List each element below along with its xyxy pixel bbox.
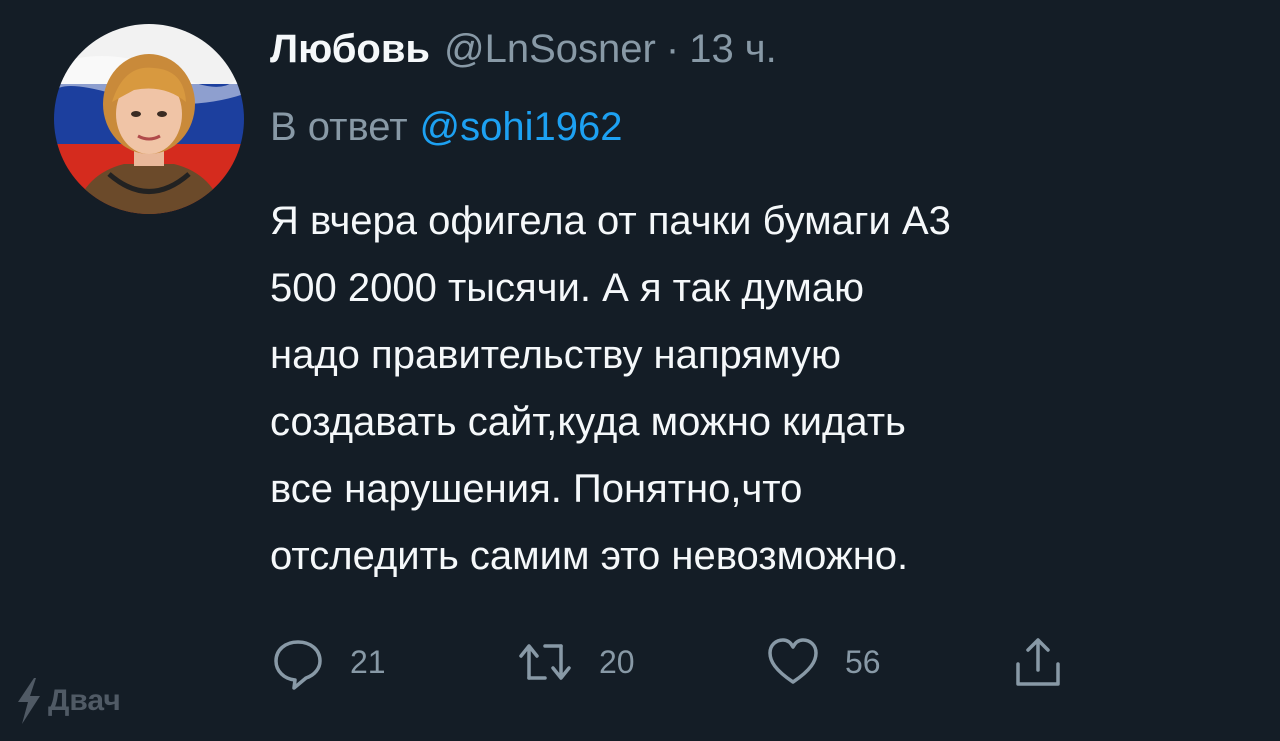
like-count: 56 <box>845 643 881 680</box>
watermark-label: Двач <box>48 684 121 717</box>
reply-prefix: В ответ <box>270 105 408 149</box>
share-icon <box>1010 634 1066 690</box>
watermark: Двач <box>14 678 121 724</box>
tweet-text-line: надо правительству напрямую <box>270 333 841 377</box>
tweet-actions: 21 20 56 <box>270 630 1070 694</box>
retweet-button[interactable]: 20 <box>515 630 635 694</box>
lightning-icon <box>18 678 40 724</box>
reply-context: В ответ @sohi1962 <box>270 100 623 154</box>
tweet-header: Любовь @LnSosner · 13 ч. <box>270 22 777 76</box>
timestamp[interactable]: 13 ч. <box>689 22 777 76</box>
share-button[interactable] <box>1010 630 1066 694</box>
retweet-count: 20 <box>599 643 635 680</box>
tweet-text-line: все нарушения. Понятно,что <box>270 467 803 511</box>
tweet-text: Я вчера офигела от пачки бумаги А3 500 2… <box>270 188 1250 590</box>
avatar-image <box>54 24 244 214</box>
avatar[interactable] <box>54 24 244 214</box>
reply-count: 21 <box>350 643 386 680</box>
author-name[interactable]: Любовь <box>270 22 430 76</box>
tweet-text-line: Я вчера офигела от пачки бумаги А3 <box>270 199 951 243</box>
separator: · <box>665 27 680 71</box>
tweet: Любовь @LnSosner · 13 ч. В ответ @sohi196… <box>0 0 1280 741</box>
reply-mention-link[interactable]: @sohi1962 <box>420 105 623 149</box>
tweet-text-line: отследить самим это невозможно. <box>270 534 909 578</box>
reply-bubble-icon <box>270 634 326 690</box>
retweet-icon <box>515 634 575 690</box>
heart-icon <box>765 634 821 690</box>
author-handle[interactable]: @LnSosner <box>444 22 656 76</box>
tweet-text-line: 500 2000 тысячи. А я так думаю <box>270 266 865 310</box>
like-button[interactable]: 56 <box>765 630 881 694</box>
tweet-text-line: создавать сайт,куда можно кидать <box>270 400 906 444</box>
reply-button[interactable]: 21 <box>270 630 386 694</box>
